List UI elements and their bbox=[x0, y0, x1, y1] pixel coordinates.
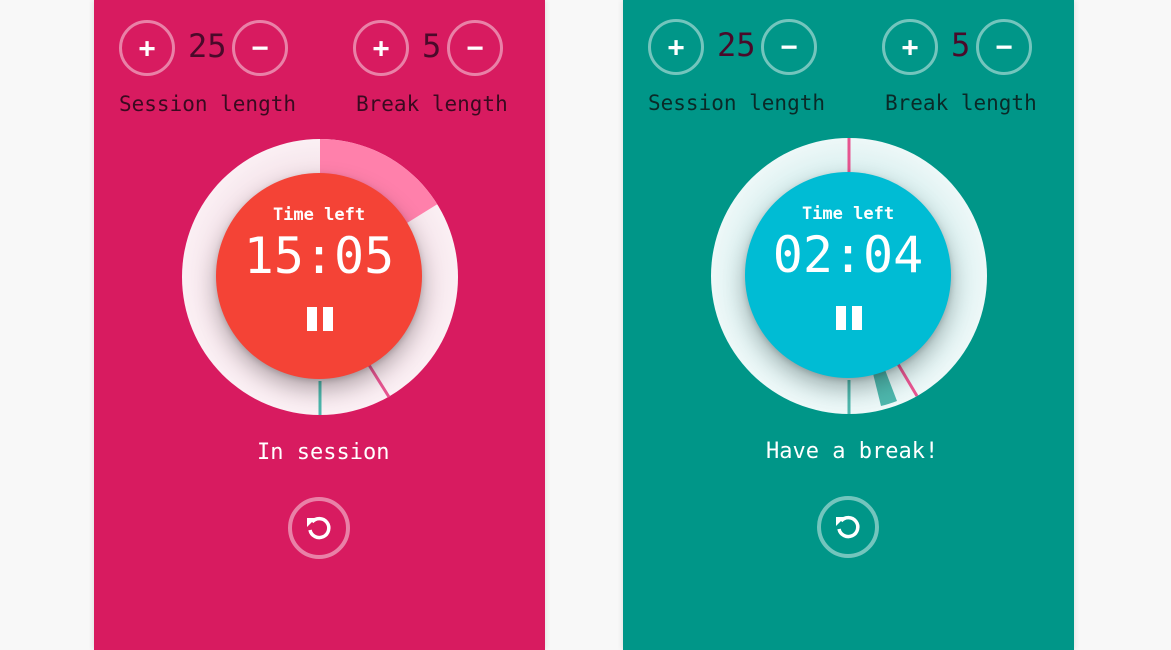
break-length-value: 5 bbox=[951, 26, 971, 64]
break-increase-button[interactable]: + bbox=[882, 19, 938, 75]
reset-button[interactable] bbox=[817, 496, 879, 558]
reset-icon bbox=[836, 515, 860, 539]
session-decrease-button[interactable]: − bbox=[761, 19, 817, 75]
session-decrease-button[interactable]: − bbox=[232, 20, 288, 76]
session-length-value: 25 bbox=[188, 27, 227, 65]
time-display: 02:04 bbox=[772, 226, 924, 284]
break-length-label: Break length bbox=[885, 91, 1037, 115]
break-length-label: Break length bbox=[356, 92, 508, 116]
time-left-label: Time left bbox=[272, 205, 366, 225]
pomodoro-panel-break: + 25 − Session length + 5 − Break length… bbox=[623, 0, 1074, 650]
time-left-label: Time left bbox=[801, 204, 895, 224]
time-display: 15:05 bbox=[243, 227, 395, 285]
session-increase-button[interactable]: + bbox=[119, 20, 175, 76]
pause-icon[interactable] bbox=[836, 306, 862, 330]
timer-face: Time left 02:04 bbox=[745, 172, 951, 378]
break-increase-button[interactable]: + bbox=[353, 20, 409, 76]
status-text: In session bbox=[257, 440, 390, 465]
reset-icon bbox=[307, 516, 331, 540]
session-increase-button[interactable]: + bbox=[648, 19, 704, 75]
reset-button[interactable] bbox=[288, 497, 350, 559]
break-decrease-button[interactable]: − bbox=[976, 19, 1032, 75]
break-decrease-button[interactable]: − bbox=[447, 20, 503, 76]
break-length-value: 5 bbox=[422, 27, 442, 65]
progress-dial: Time left 02:04 bbox=[711, 138, 987, 414]
session-length-label: Session length bbox=[648, 91, 826, 115]
pause-icon[interactable] bbox=[307, 307, 333, 331]
status-text: Have a break! bbox=[766, 439, 939, 464]
session-length-label: Session length bbox=[119, 92, 297, 116]
session-length-value: 25 bbox=[717, 26, 756, 64]
progress-dial: Time left 15:05 bbox=[182, 139, 458, 415]
timer-face: Time left 15:05 bbox=[216, 173, 422, 379]
pomodoro-panel-session: + 25 − Session length + 5 − Break length… bbox=[94, 0, 545, 650]
